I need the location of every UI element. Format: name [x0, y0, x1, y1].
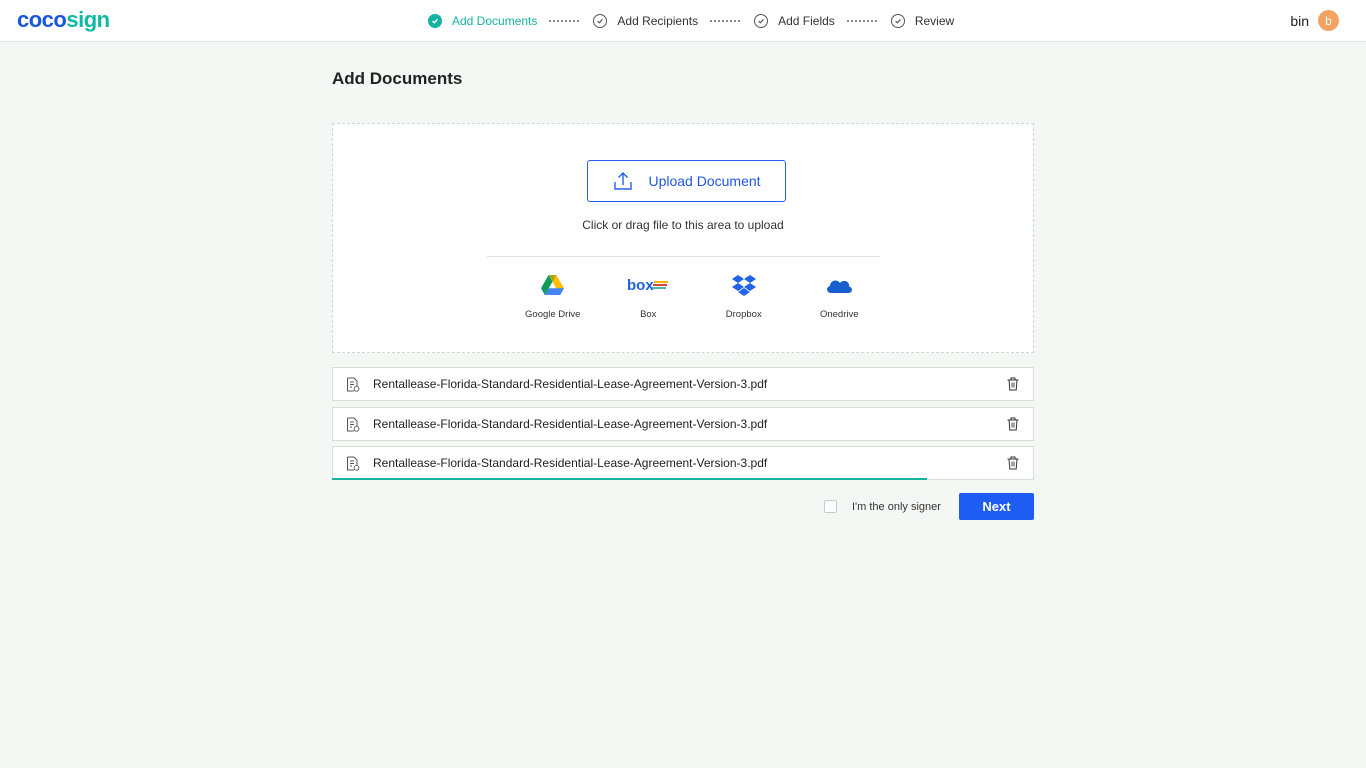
- step-review[interactable]: Review: [890, 14, 954, 28]
- box-icon: box: [627, 272, 669, 298]
- file-row: Rentallease-Florida-Standard-Residential…: [332, 367, 1034, 401]
- upload-progress-bar: [332, 478, 927, 480]
- page-title: Add Documents: [332, 69, 463, 88]
- check-circle-icon: [754, 14, 769, 28]
- step-add-fields[interactable]: Add Fields: [754, 14, 835, 28]
- document-icon: [347, 456, 360, 471]
- upload-dropzone[interactable]: Upload Document Click or drag file to th…: [332, 123, 1034, 353]
- provider-google-drive[interactable]: Google Drive: [505, 272, 601, 320]
- divider: [487, 256, 880, 257]
- upload-document-button[interactable]: Upload Document: [587, 160, 786, 202]
- upload-icon: [614, 172, 633, 190]
- file-row: Rentallease-Florida-Standard-Residential…: [332, 446, 1034, 480]
- onedrive-icon: [825, 272, 853, 298]
- uploaded-files-list: Rentallease-Florida-Standard-Residential…: [332, 367, 1034, 486]
- provider-dropbox[interactable]: Dropbox: [696, 272, 792, 320]
- only-signer-option[interactable]: I'm the only signer: [824, 500, 941, 513]
- user-menu[interactable]: bin b: [1290, 10, 1339, 31]
- trash-icon[interactable]: [1007, 417, 1019, 431]
- dropbox-icon: [731, 272, 756, 298]
- step-separator: [710, 20, 741, 22]
- trash-icon[interactable]: [1007, 377, 1019, 391]
- check-circle-icon: [890, 14, 905, 28]
- step-separator: [549, 20, 580, 22]
- provider-onedrive[interactable]: Onedrive: [792, 272, 888, 320]
- check-circle-icon: [428, 14, 442, 28]
- document-icon: [347, 377, 360, 392]
- cocosign-logo[interactable]: cocosign: [17, 7, 110, 33]
- document-icon: [347, 417, 360, 432]
- next-button[interactable]: Next: [959, 493, 1034, 520]
- file-row: Rentallease-Florida-Standard-Residential…: [332, 406, 1034, 441]
- upload-hint: Click or drag file to this area to uploa…: [582, 218, 784, 232]
- step-separator: [846, 20, 877, 22]
- top-header: cocosign Add Documents Add Recipients Ad…: [0, 0, 1366, 42]
- step-add-documents[interactable]: Add Documents: [428, 14, 537, 28]
- only-signer-checkbox[interactable]: [824, 500, 837, 513]
- file-name: Rentallease-Florida-Standard-Residential…: [373, 456, 768, 470]
- check-circle-icon: [593, 14, 608, 28]
- svg-text:box: box: [627, 277, 654, 293]
- file-name: Rentallease-Florida-Standard-Residential…: [373, 377, 768, 391]
- cloud-providers: Google Drive box Box Dropbox Onedrive: [505, 272, 887, 320]
- progress-steps: Add Documents Add Recipients Add Fields …: [428, 12, 954, 30]
- avatar[interactable]: b: [1318, 10, 1339, 31]
- step-add-recipients[interactable]: Add Recipients: [593, 14, 698, 28]
- trash-icon[interactable]: [1007, 456, 1019, 470]
- user-name: bin: [1290, 12, 1309, 29]
- file-name: Rentallease-Florida-Standard-Residential…: [373, 416, 768, 431]
- provider-box[interactable]: box Box: [601, 272, 697, 320]
- google-drive-icon: [541, 272, 565, 298]
